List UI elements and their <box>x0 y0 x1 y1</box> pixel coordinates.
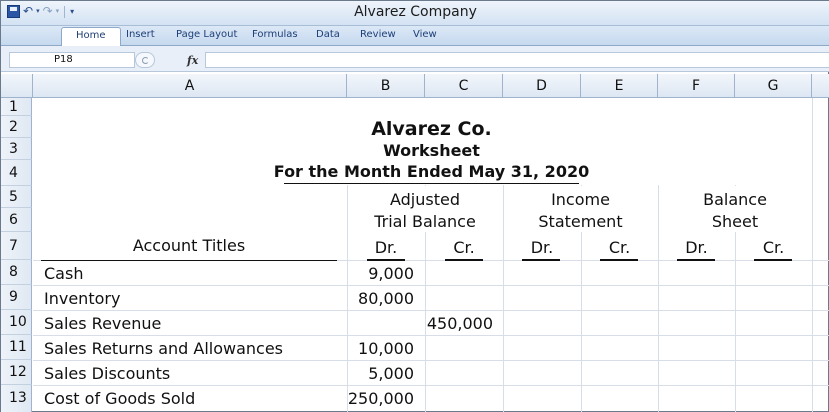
row-header-7[interactable]: 7 <box>1 232 32 260</box>
dr-header-income: Dr. <box>530 238 554 257</box>
column-header-d[interactable]: D <box>503 74 581 98</box>
column-header-e[interactable]: E <box>581 74 658 98</box>
gridline <box>33 360 829 361</box>
cr-header-income: Cr. <box>608 238 631 257</box>
group-balance-line2: Sheet <box>711 212 759 231</box>
column-header-g[interactable]: G <box>735 74 812 98</box>
account-name[interactable]: Sales Revenue <box>44 314 161 333</box>
tab-home[interactable]: Home <box>61 27 121 46</box>
group-adjusted-line1: Adjusted <box>389 190 460 209</box>
account-name[interactable]: Inventory <box>44 289 120 308</box>
account-name[interactable]: Cash <box>44 264 83 283</box>
dr-underline <box>522 259 560 261</box>
row-header-10[interactable]: 10 <box>1 310 32 335</box>
cr-header-balance: Cr. <box>762 238 785 257</box>
row-header-2[interactable]: 2 <box>1 116 32 138</box>
select-all-corner[interactable] <box>1 74 33 98</box>
column-header-f[interactable]: F <box>658 74 735 98</box>
group-adjusted-line2: Trial Balance <box>374 212 476 231</box>
row-header-11[interactable]: 11 <box>1 335 32 360</box>
tab-insert[interactable]: Insert <box>126 29 155 40</box>
row-header-1[interactable]: 1 <box>1 98 32 116</box>
formula-bar: P18 fx <box>1 46 829 72</box>
account-titles-underline <box>41 260 337 261</box>
tab-formulas[interactable]: Formulas <box>252 29 298 40</box>
name-box[interactable]: P18 <box>9 52 135 68</box>
row-header-6[interactable]: 6 <box>1 208 32 232</box>
account-name[interactable]: Sales Returns and Allowances <box>44 339 283 358</box>
row-header-3[interactable]: 3 <box>1 138 32 160</box>
account-name[interactable]: Sales Discounts <box>44 364 170 383</box>
tab-data[interactable]: Data <box>316 29 340 40</box>
worksheet-grid: A B C D E F G 1 2 3 4 5 6 7 8 9 10 11 12… <box>1 74 829 412</box>
account-name[interactable]: Cost of Goods Sold <box>44 389 195 408</box>
title-bar: ↶ ▾ ↷ ▾ ▾ Alvarez Company <box>1 1 829 26</box>
gridline <box>33 310 829 311</box>
tab-review[interactable]: Review <box>360 29 396 40</box>
account-dr[interactable]: 80,000 <box>347 289 414 308</box>
column-header-c[interactable]: C <box>425 74 503 98</box>
account-titles-header: Account Titles <box>132 236 246 255</box>
excel-window: ↶ ▾ ↷ ▾ ▾ Alvarez Company Home Insert Pa… <box>0 0 829 412</box>
worksheet-period: For the Month Ended May 31, 2020 <box>273 162 590 181</box>
worksheet-title: Worksheet <box>383 141 480 160</box>
gridline <box>33 335 829 336</box>
dr-header-balance: Dr. <box>685 238 708 257</box>
name-box-dropdown-icon[interactable] <box>135 52 155 68</box>
tab-page-layout[interactable]: Page Layout <box>176 29 237 40</box>
row-header-12[interactable]: 12 <box>1 360 32 385</box>
window-title: Alvarez Company <box>354 4 477 20</box>
gridline <box>33 385 829 386</box>
tab-view[interactable]: View <box>413 29 437 40</box>
dr-underline <box>677 259 715 261</box>
row-header-13[interactable]: 13 <box>1 385 32 412</box>
column-header-extra[interactable] <box>812 74 829 98</box>
row-header-5[interactable]: 5 <box>1 186 32 208</box>
cr-underline <box>600 259 638 261</box>
dr-header-adjusted: Dr. <box>374 238 398 257</box>
column-header-b[interactable]: B <box>347 74 425 98</box>
row-header-9[interactable]: 9 <box>1 285 32 310</box>
row-header-8[interactable]: 8 <box>1 260 32 285</box>
group-balance-line1: Balance <box>703 190 767 209</box>
account-dr[interactable]: 5,000 <box>347 364 414 383</box>
account-dr[interactable]: 9,000 <box>347 264 414 283</box>
period-underline <box>284 183 579 184</box>
column-header-a[interactable]: A <box>33 74 347 98</box>
cr-underline <box>445 259 483 261</box>
gridline <box>33 285 829 286</box>
ribbon-tabs: Home Insert Page Layout Formulas Data Re… <box>1 26 829 46</box>
company-name: Alvarez Co. <box>371 118 492 140</box>
group-income-line2: Statement <box>538 212 623 231</box>
group-income-line1: Income <box>551 190 610 209</box>
account-dr[interactable]: 250,000 <box>347 389 414 408</box>
insert-function-icon[interactable]: fx <box>187 54 198 67</box>
account-dr[interactable]: 10,000 <box>347 339 414 358</box>
account-cr[interactable]: 450,000 <box>425 314 493 333</box>
formula-input[interactable] <box>205 52 829 68</box>
cr-header-adjusted: Cr. <box>453 238 475 257</box>
dr-underline <box>367 259 405 261</box>
cr-underline <box>754 259 792 261</box>
row-header-4[interactable]: 4 <box>1 160 32 186</box>
